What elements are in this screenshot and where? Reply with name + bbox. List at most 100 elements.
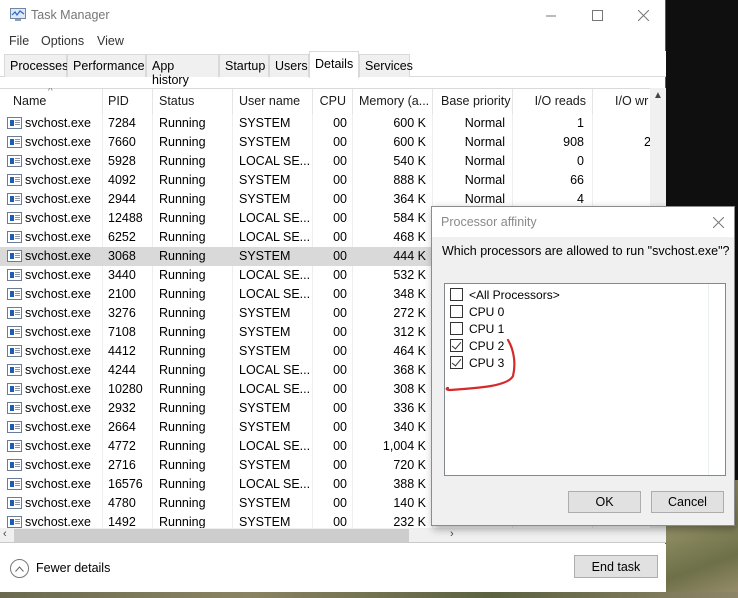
process-icon <box>7 269 22 281</box>
cell-user: SYSTEM <box>239 249 291 263</box>
fewer-details-link[interactable]: Fewer details <box>36 561 110 575</box>
cell-name: svchost.exe <box>25 420 92 434</box>
cell-pid: 3068 <box>108 249 136 263</box>
tab-services[interactable]: Services <box>359 54 413 77</box>
cell-pid: 1492 <box>108 515 136 528</box>
column-header-io-writes[interactable]: I/O wr <box>593 89 650 115</box>
ok-button[interactable]: OK <box>568 491 641 513</box>
window-title: Task Manager <box>31 8 110 22</box>
cell-priority: Normal <box>464 116 505 130</box>
cell-memory: 140 K <box>393 496 426 510</box>
cell-user: LOCAL SE... <box>239 382 311 396</box>
process-icon <box>7 212 22 224</box>
cell-pid: 5928 <box>108 154 136 168</box>
processor-item[interactable]: CPU 2 <box>450 337 504 354</box>
processor-checkbox[interactable] <box>450 305 463 318</box>
processor-checkbox[interactable] <box>450 356 463 369</box>
menu-options[interactable]: Options <box>41 34 84 48</box>
table-row[interactable]: svchost.exe 7660 Running SYSTEM 00 600 K Norma… <box>0 133 651 152</box>
cell-pid: 3440 <box>108 268 136 282</box>
processor-item[interactable]: CPU 3 <box>450 354 504 371</box>
menu-file[interactable]: File <box>9 34 29 48</box>
cell-name: svchost.exe <box>25 268 92 282</box>
tab-performance[interactable]: Performance <box>67 54 146 77</box>
cell-memory: 468 K <box>393 230 426 244</box>
process-icon <box>7 421 22 433</box>
menu-view[interactable]: View <box>97 34 124 48</box>
column-header-base-priority[interactable]: Base priority <box>433 89 513 115</box>
process-icon <box>7 307 22 319</box>
cell-status: Running <box>159 458 206 472</box>
cell-pid: 4412 <box>108 344 136 358</box>
cell-name: svchost.exe <box>25 135 92 149</box>
cell-status: Running <box>159 515 206 528</box>
cell-memory: 720 K <box>393 458 426 472</box>
dialog-close-button[interactable] <box>708 213 728 231</box>
cancel-button[interactable]: Cancel <box>651 491 724 513</box>
cell-user: SYSTEM <box>239 344 291 358</box>
cell-user: LOCAL SE... <box>239 363 311 377</box>
cell-name: svchost.exe <box>25 325 92 339</box>
cell-status: Running <box>159 306 206 320</box>
process-icon <box>7 250 22 262</box>
cell-memory: 388 K <box>393 477 426 491</box>
tab-details[interactable]: Details <box>309 51 359 78</box>
cell-memory: 464 K <box>393 344 426 358</box>
cell-cpu: 00 <box>333 363 347 377</box>
scroll-left-icon[interactable]: ‹ <box>3 528 7 540</box>
processor-checkbox[interactable] <box>450 322 463 335</box>
table-row[interactable]: svchost.exe 4092 Running SYSTEM 00 888 K Norma… <box>0 171 650 190</box>
maximize-button[interactable] <box>574 0 620 31</box>
processor-label: CPU 2 <box>469 338 505 353</box>
horizontal-scroll-thumb[interactable] <box>14 529 409 542</box>
title-bar[interactable]: Task Manager <box>0 0 666 31</box>
scroll-up-icon[interactable]: ▲ <box>653 90 663 101</box>
cell-user: LOCAL SE... <box>239 230 311 244</box>
fewer-details-toggle[interactable] <box>10 559 29 578</box>
cell-memory: 368 K <box>393 363 426 377</box>
cell-user: LOCAL SE... <box>239 287 311 301</box>
tab-users[interactable]: Users <box>269 54 309 77</box>
cell-status: Running <box>159 439 206 453</box>
cell-io-reads: 66 <box>570 173 584 187</box>
processor-checkbox[interactable] <box>450 339 463 352</box>
processor-item[interactable]: <All Processors> <box>450 286 560 303</box>
cell-name: svchost.exe <box>25 192 92 206</box>
end-task-button[interactable]: End task <box>574 555 658 578</box>
tab-startup[interactable]: Startup <box>219 54 269 77</box>
processor-checkbox[interactable] <box>450 288 463 301</box>
close-button[interactable] <box>620 0 666 31</box>
tab-processes[interactable]: Processes <box>4 54 68 77</box>
process-icon <box>7 516 22 528</box>
cell-user: SYSTEM <box>239 420 291 434</box>
column-header-cpu[interactable]: CPU <box>313 89 353 115</box>
cell-status: Running <box>159 325 206 339</box>
column-header-user-name[interactable]: User name <box>233 89 313 115</box>
cell-priority: Normal <box>464 192 505 206</box>
list-divider <box>708 284 709 475</box>
cell-pid: 12488 <box>108 211 143 225</box>
cell-status: Running <box>159 249 206 263</box>
processor-item[interactable]: CPU 0 <box>450 303 504 320</box>
cell-memory: 364 K <box>393 192 426 206</box>
horizontal-scrollbar[interactable]: ‹ › <box>0 528 666 543</box>
column-header-status[interactable]: Status <box>153 89 233 115</box>
cell-name: svchost.exe <box>25 306 92 320</box>
table-row[interactable]: svchost.exe 7284 Running SYSTEM 00 600 K Norma… <box>0 114 650 133</box>
cell-pid: 3276 <box>108 306 136 320</box>
cell-memory: 340 K <box>393 420 426 434</box>
cell-pid: 2932 <box>108 401 136 415</box>
column-header-io-reads[interactable]: I/O reads <box>513 89 593 115</box>
dialog-title-bar[interactable]: Processor affinity <box>432 207 734 237</box>
column-header-name[interactable]: ^ Name <box>0 88 103 115</box>
task-manager-icon <box>10 8 26 21</box>
table-row[interactable]: svchost.exe 5928 Running LOCAL SE... 00 540 K… <box>0 152 650 171</box>
tab-app-history[interactable]: App history <box>146 54 219 87</box>
processor-label: <All Processors> <box>469 287 560 302</box>
scroll-right-icon[interactable]: › <box>450 528 454 540</box>
column-header-pid[interactable]: PID <box>103 89 153 115</box>
column-header-memory[interactable]: Memory (a... <box>353 89 433 115</box>
processor-item[interactable]: CPU 1 <box>450 320 504 337</box>
cell-user: LOCAL SE... <box>239 211 311 225</box>
minimize-button[interactable] <box>528 0 574 31</box>
